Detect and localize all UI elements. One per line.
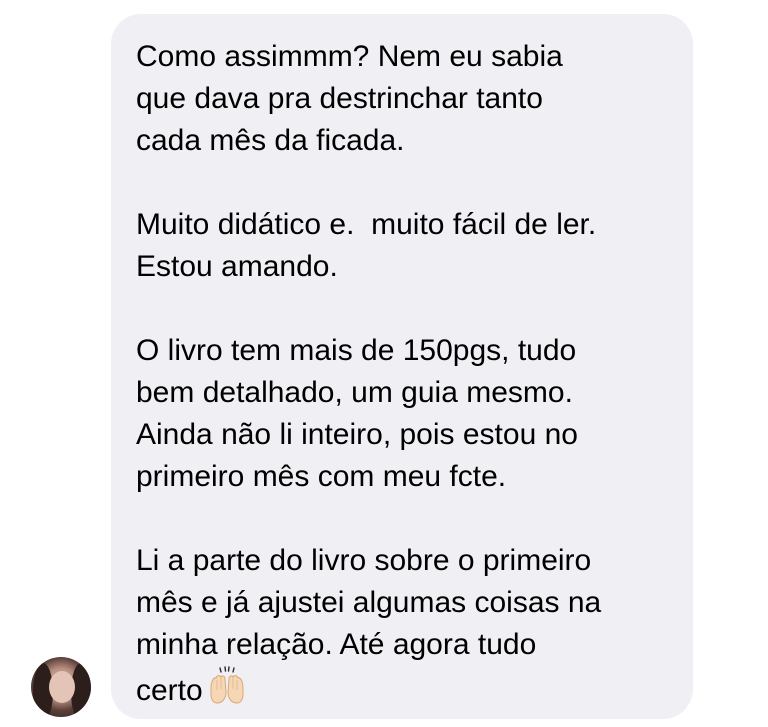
message-paragraph-4: Li a parte do livro sobre o primeiro mês…: [136, 540, 673, 712]
message-bubble[interactable]: Como assimmm? Nem eu sabia que dava pra …: [111, 14, 693, 719]
avatar-face: [49, 671, 75, 703]
raising-hands-icon: [210, 666, 244, 704]
avatar[interactable]: [31, 657, 91, 717]
message-line: certo: [136, 674, 203, 707]
message-line: Li a parte do livro sobre o primeiro: [136, 544, 592, 577]
chat-thread: Como assimmm? Nem eu sabia que dava pra …: [0, 0, 768, 727]
message-paragraph-3: O livro tem mais de 150pgs, tudo bem det…: [136, 334, 578, 493]
message-paragraph-2: Muito didático e. muito fácil de ler. Es…: [136, 208, 597, 283]
message-line: minha relação. Até agora tudo: [136, 628, 537, 661]
message-paragraph-1: Como assimmm? Nem eu sabia que dava pra …: [136, 40, 563, 157]
message-line: mês e já ajustei algumas coisas na: [136, 586, 602, 619]
